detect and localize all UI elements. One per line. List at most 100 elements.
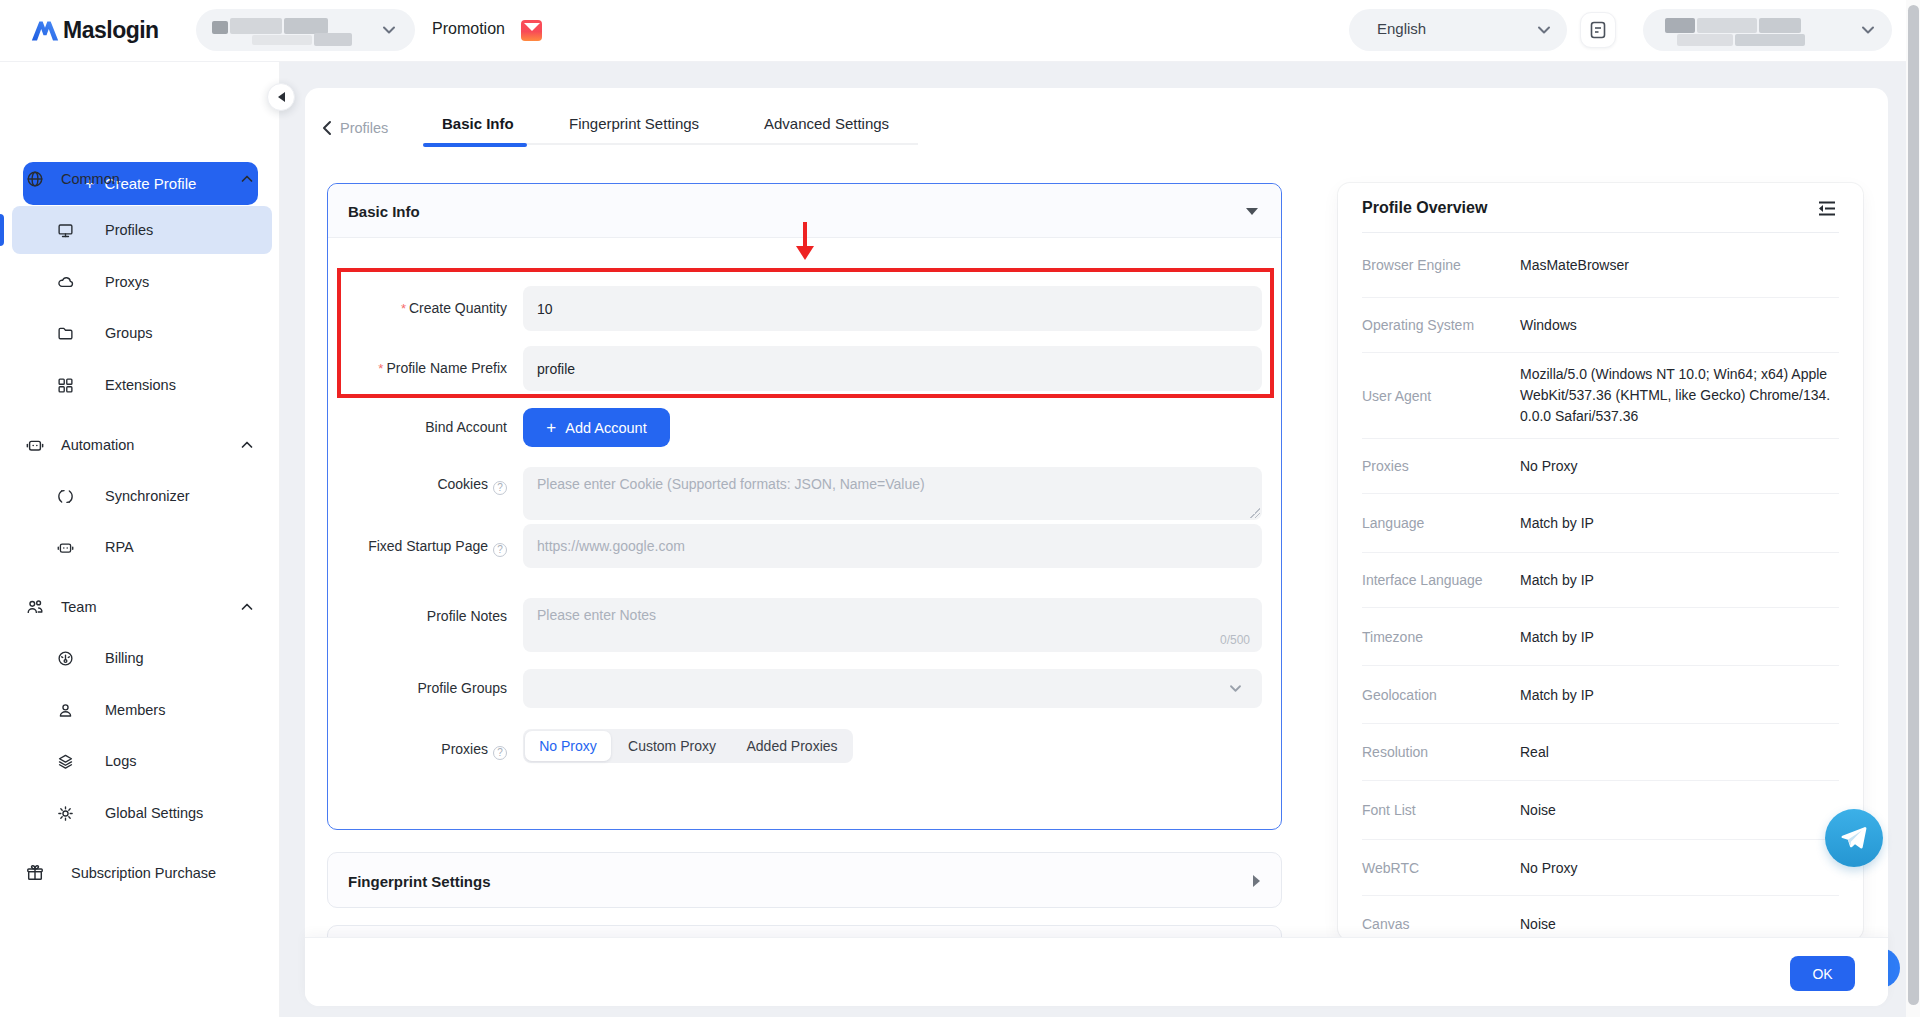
sidebar-item-rpa[interactable]: RPA — [0, 524, 280, 570]
cookies-label: Cookies? — [310, 476, 507, 495]
language-dropdown[interactable]: English — [1349, 9, 1567, 51]
overview-row: ResolutionReal — [1362, 724, 1839, 781]
overview-row-label: Geolocation — [1362, 687, 1520, 703]
sidebar-item-global-settings[interactable]: Global Settings — [0, 790, 280, 836]
sidebar-label: Synchronizer — [105, 488, 190, 504]
chevron-up-icon — [241, 603, 253, 611]
bot-icon — [57, 539, 74, 556]
monitor-icon — [57, 222, 74, 239]
gear-icon — [57, 805, 74, 822]
cookies-textarea[interactable] — [523, 467, 1262, 520]
sidebar-item-extensions[interactable]: Extensions — [0, 362, 280, 408]
overview-row: Interface LanguageMatch by IP — [1362, 553, 1839, 608]
segment-added-proxies[interactable]: Added Proxies — [733, 731, 851, 761]
overview-row-label: Proxies — [1362, 458, 1520, 474]
segment-custom-proxy[interactable]: Custom Proxy — [611, 731, 733, 761]
overview-row: User AgentMozilla/5.0 (Windows NT 10.0; … — [1362, 353, 1839, 439]
overview-row-value: Mozilla/5.0 (Windows NT 10.0; Win64; x64… — [1520, 364, 1839, 427]
overview-row: Browser EngineMasMateBrowser — [1362, 233, 1839, 298]
sidebar-label: Groups — [105, 325, 153, 341]
basic-info-title: Basic Info — [348, 184, 420, 238]
segment-no-proxy[interactable]: No Proxy — [525, 731, 611, 761]
add-account-button[interactable]: +Add Account — [523, 408, 670, 447]
overview-row-label: Timezone — [1362, 629, 1520, 645]
notes-button[interactable] — [1580, 12, 1616, 48]
sidebar-item-members[interactable]: Members — [0, 687, 280, 733]
telegram-plane-icon — [1839, 823, 1869, 853]
sidebar: +Create Profile CommonProfilesProxysGrou… — [0, 62, 280, 1017]
breadcrumb[interactable]: Profiles — [322, 116, 388, 140]
overview-row-label: Font List — [1362, 802, 1520, 818]
profile-groups-label: Profile Groups — [310, 680, 507, 696]
sidebar-item-profiles[interactable]: Profiles — [0, 207, 280, 253]
top-header: Maslogin Promotion English — [0, 0, 1920, 62]
collapse-caret-icon — [1246, 208, 1258, 215]
help-icon[interactable]: ? — [493, 543, 507, 557]
tab-strip: Basic Info Fingerprint Settings Advanced… — [423, 112, 918, 145]
sidebar-item-proxys[interactable]: Proxys — [0, 259, 280, 305]
account-dropdown[interactable] — [1643, 9, 1892, 51]
sidebar-label: Proxys — [105, 274, 149, 290]
gauge-icon — [57, 650, 74, 667]
layers-icon — [57, 753, 74, 770]
sidebar-group-common[interactable]: Common — [0, 156, 280, 202]
chevron-down-icon — [1229, 684, 1242, 693]
sidebar-label: Common — [61, 171, 120, 187]
sidebar-item-subscription-purchase[interactable]: Subscription Purchase — [0, 850, 280, 896]
overview-row-value: Noise — [1520, 800, 1839, 820]
sidebar-item-groups[interactable]: Groups — [0, 310, 280, 356]
notes-char-counter: 0/500 — [1150, 633, 1250, 647]
proxies-segmented-control: No Proxy Custom Proxy Added Proxies — [523, 729, 853, 763]
fingerprint-settings-title: Fingerprint Settings — [348, 853, 491, 909]
back-chevron-icon — [322, 120, 332, 136]
profile-overview-title: Profile Overview — [1362, 183, 1487, 232]
profile-groups-select[interactable] — [523, 669, 1262, 708]
breadcrumb-label: Profiles — [340, 120, 388, 136]
globe-icon — [26, 170, 44, 188]
tab-basic-info[interactable]: Basic Info — [442, 115, 514, 132]
overview-row: CanvasNoise — [1362, 896, 1839, 940]
sidebar-label: Subscription Purchase — [71, 865, 216, 881]
annotation-red-arrow-head — [796, 246, 814, 260]
sidebar-group-automation[interactable]: Automation — [0, 422, 280, 468]
overview-row-label: Interface Language — [1362, 572, 1520, 588]
profile-notes-label: Profile Notes — [310, 608, 507, 624]
gift-icon — [26, 864, 44, 882]
sidebar-label: Logs — [105, 753, 136, 769]
tab-advanced-settings[interactable]: Advanced Settings — [764, 115, 889, 132]
overview-row-value: Match by IP — [1520, 627, 1839, 647]
grid-icon — [57, 377, 74, 394]
scrollbar-thumb[interactable] — [1908, 5, 1919, 1005]
maslogin-logo-icon — [29, 15, 61, 47]
page: Maslogin Promotion English — [0, 0, 1920, 1017]
sidebar-item-synchronizer[interactable]: Synchronizer — [0, 473, 280, 519]
chevron-down-icon — [1861, 25, 1875, 35]
profile-overview-panel: Profile Overview Browser EngineMasMateBr… — [1338, 183, 1863, 940]
promotion-link[interactable]: Promotion — [432, 20, 505, 38]
ok-button[interactable]: OK — [1790, 956, 1855, 991]
fingerprint-settings-panel[interactable]: Fingerprint Settings — [327, 852, 1282, 908]
robot-icon — [26, 436, 44, 454]
overview-row-value: No Proxy — [1520, 456, 1839, 476]
telegram-button[interactable] — [1825, 809, 1883, 867]
language-value: English — [1377, 20, 1426, 37]
overview-row-value: No Proxy — [1520, 858, 1839, 878]
sidebar-group-team[interactable]: Team — [0, 584, 280, 630]
sidebar-label: Automation — [61, 437, 134, 453]
sidebar-item-logs[interactable]: Logs — [0, 738, 280, 784]
scrollbar-track[interactable] — [1906, 0, 1920, 1017]
footer-bar: OK — [305, 937, 1888, 1006]
resize-handle[interactable] — [1250, 508, 1260, 518]
collapse-panel-icon[interactable] — [1818, 201, 1836, 216]
sidebar-collapse-button[interactable] — [267, 83, 295, 111]
overview-row-label: Operating System — [1362, 317, 1520, 333]
help-icon[interactable]: ? — [493, 481, 507, 495]
chevron-up-icon — [241, 175, 253, 183]
sidebar-item-billing[interactable]: Billing — [0, 635, 280, 681]
tab-fingerprint-settings[interactable]: Fingerprint Settings — [569, 115, 699, 132]
help-icon[interactable]: ? — [493, 746, 507, 760]
workspace-dropdown[interactable] — [196, 9, 415, 51]
brand-name: Maslogin — [63, 17, 159, 44]
overview-row: ProxiesNo Proxy — [1362, 439, 1839, 494]
fixed-startup-page-input[interactable] — [523, 524, 1262, 568]
